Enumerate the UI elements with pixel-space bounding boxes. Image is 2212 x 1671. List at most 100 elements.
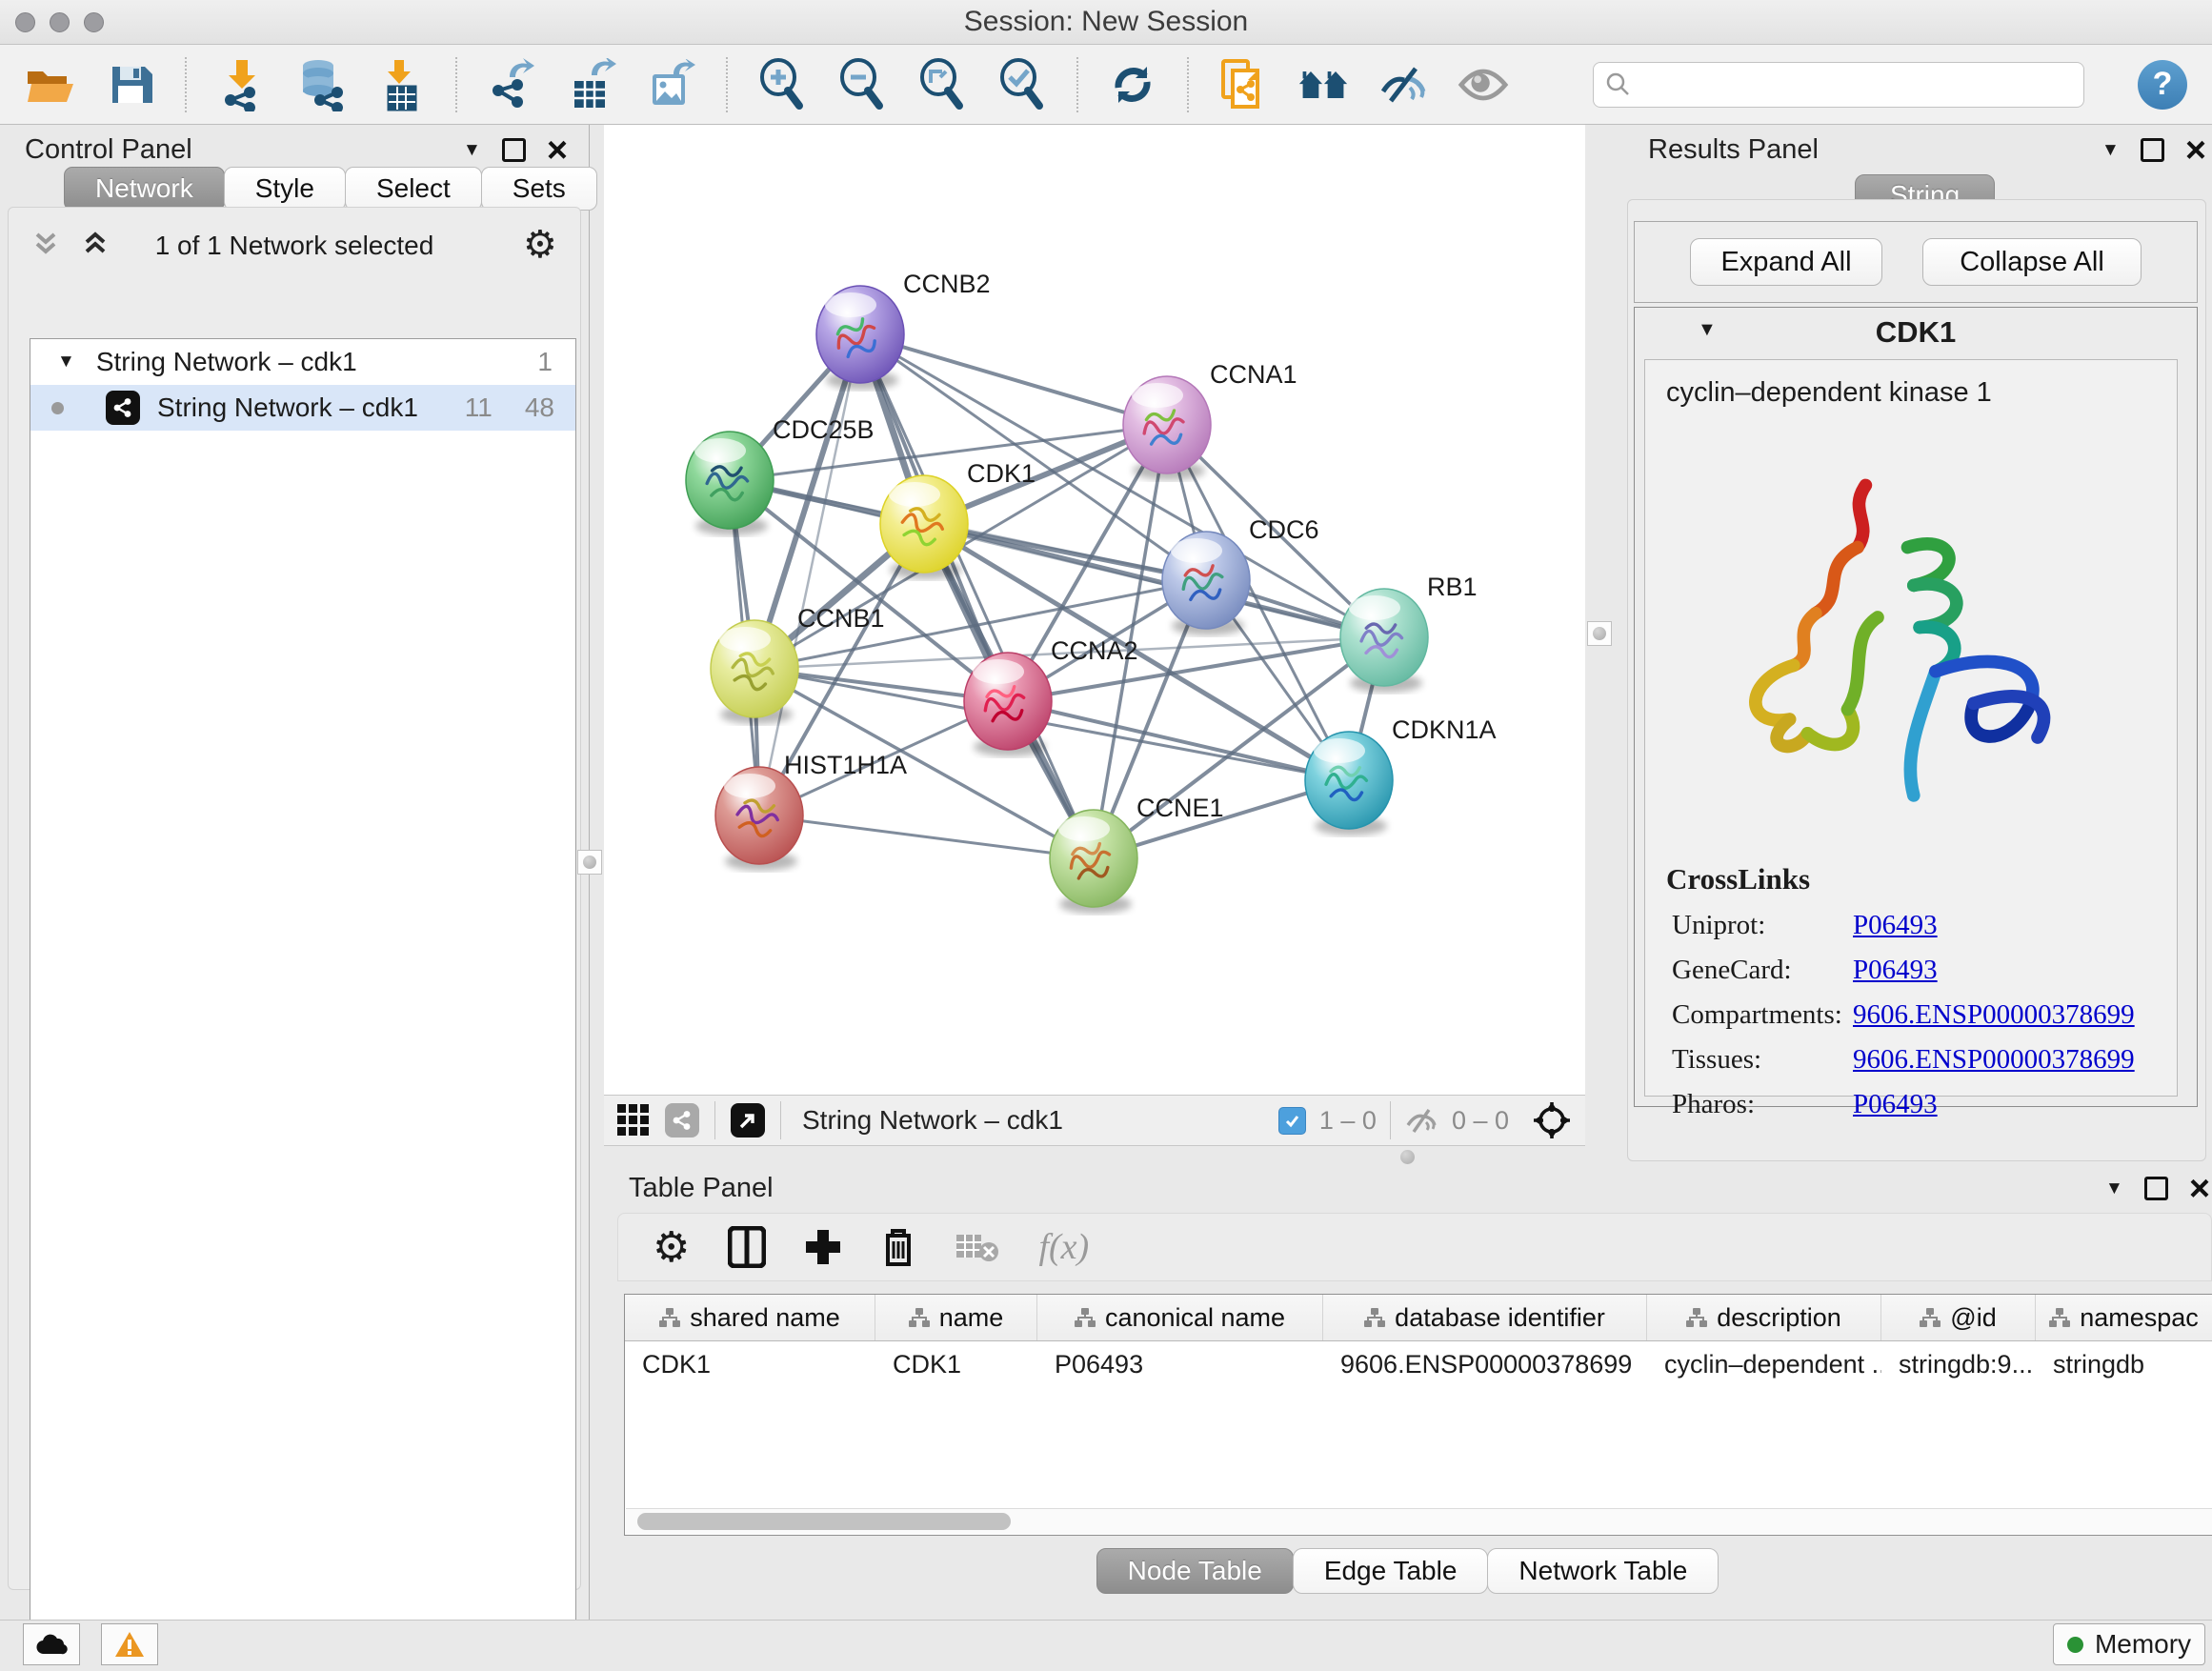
tab-network[interactable]: Network bbox=[64, 167, 225, 211]
cell-canonical-name[interactable]: P06493 bbox=[1037, 1341, 1323, 1387]
panel-float-icon[interactable] bbox=[2141, 138, 2164, 162]
tab-edge-table[interactable]: Edge Table bbox=[1293, 1548, 1489, 1594]
node-HIST1H1A[interactable]: HIST1H1A bbox=[715, 751, 907, 871]
cell--id[interactable]: stringdb:9... bbox=[1881, 1341, 2036, 1387]
string-home-icon[interactable] bbox=[1297, 59, 1349, 111]
left-splitter-handle[interactable] bbox=[577, 850, 602, 875]
network-view-canvas[interactable]: CCNB2CCNA1CDC25BCDK1CDC6RB1CCNB1CCNA2CDK… bbox=[604, 125, 1585, 1095]
network-row-selected[interactable]: String Network – cdk1 11 48 bbox=[30, 385, 575, 431]
cell-shared-name[interactable]: CDK1 bbox=[625, 1341, 875, 1387]
share-view-icon[interactable] bbox=[665, 1103, 699, 1137]
edge-CCNA2-CDKN1A[interactable] bbox=[1008, 701, 1349, 780]
node-table[interactable]: shared namenamecanonical namedatabase id… bbox=[624, 1294, 2212, 1536]
horizontal-scrollbar[interactable] bbox=[626, 1508, 2212, 1534]
column-header-name[interactable]: name bbox=[875, 1295, 1037, 1340]
panel-menu-caret-icon[interactable]: ▼ bbox=[2105, 1178, 2123, 1199]
scrollbar-thumb[interactable] bbox=[637, 1513, 1011, 1530]
panel-float-icon[interactable] bbox=[502, 138, 526, 162]
column-header-shared-name[interactable]: shared name bbox=[625, 1295, 875, 1340]
cell-namespac[interactable]: stringdb bbox=[2036, 1341, 2212, 1387]
network-graph[interactable]: CCNB2CCNA1CDC25BCDK1CDC6RB1CCNB1CCNA2CDK… bbox=[604, 125, 1585, 1095]
crosslink-link[interactable]: 9606.ENSP00000378699 bbox=[1853, 1044, 2135, 1076]
gear-icon[interactable]: ⚙ bbox=[523, 223, 557, 267]
node-CDC25B[interactable]: CDC25B bbox=[686, 415, 875, 535]
split-columns-icon[interactable] bbox=[728, 1226, 766, 1268]
delete-column-icon[interactable] bbox=[880, 1226, 916, 1268]
crosslink-link[interactable]: P06493 bbox=[1853, 1089, 1938, 1120]
zoom-in-icon[interactable] bbox=[756, 59, 808, 111]
minimize-window-icon[interactable] bbox=[50, 12, 70, 32]
save-session-icon[interactable] bbox=[105, 59, 156, 111]
column-header--id[interactable]: @id bbox=[1881, 1295, 2036, 1340]
function-builder-icon[interactable]: f(x) bbox=[1038, 1226, 1089, 1268]
panel-menu-caret-icon[interactable]: ▼ bbox=[2101, 140, 2120, 161]
tab-network-table[interactable]: Network Table bbox=[1487, 1548, 1719, 1594]
cell-description[interactable]: cyclin–dependent ... bbox=[1647, 1341, 1881, 1387]
node-CCNA1[interactable]: CCNA1 bbox=[1123, 360, 1297, 480]
zoom-fit-icon[interactable] bbox=[916, 59, 968, 111]
tab-select[interactable]: Select bbox=[345, 167, 482, 211]
node-RB1[interactable]: RB1 bbox=[1340, 573, 1478, 693]
tab-style[interactable]: Style bbox=[224, 167, 346, 211]
node-CDKN1A[interactable]: CDKN1A bbox=[1305, 715, 1497, 836]
column-header-canonical-name[interactable]: canonical name bbox=[1037, 1295, 1323, 1340]
delete-table-icon[interactable] bbox=[955, 1231, 1000, 1263]
cloud-button[interactable] bbox=[23, 1623, 80, 1665]
import-network-icon[interactable] bbox=[215, 59, 267, 111]
panel-menu-caret-icon[interactable]: ▼ bbox=[463, 140, 481, 161]
zoom-window-icon[interactable] bbox=[84, 12, 104, 32]
hide-eye-icon[interactable] bbox=[1377, 59, 1429, 111]
tab-sets[interactable]: Sets bbox=[481, 167, 597, 211]
panel-close-icon[interactable]: × bbox=[547, 140, 568, 161]
crosshair-icon[interactable] bbox=[1532, 1100, 1572, 1140]
cell-database-identifier[interactable]: 9606.ENSP00000378699 bbox=[1323, 1341, 1647, 1387]
export-image-icon[interactable] bbox=[646, 59, 697, 111]
right-splitter-handle[interactable] bbox=[1587, 621, 1612, 646]
panel-float-icon[interactable] bbox=[2144, 1177, 2168, 1200]
duplicate-network-icon[interactable] bbox=[1217, 59, 1269, 111]
hidden-eye-icon[interactable] bbox=[1404, 1106, 1438, 1135]
export-table-icon[interactable] bbox=[566, 59, 617, 111]
zoom-selected-icon[interactable] bbox=[996, 59, 1048, 111]
show-eye-icon[interactable] bbox=[1458, 59, 1509, 111]
crosslink-link[interactable]: 9606.ENSP00000378699 bbox=[1853, 999, 2135, 1031]
edge-CCNB2-CCNA1[interactable] bbox=[860, 334, 1167, 425]
import-table-icon[interactable] bbox=[375, 59, 427, 111]
expand-all-button[interactable]: Expand All bbox=[1690, 238, 1882, 286]
close-window-icon[interactable] bbox=[15, 12, 35, 32]
zoom-out-icon[interactable] bbox=[836, 59, 888, 111]
network-collection-row[interactable]: ▼ String Network – cdk1 1 bbox=[30, 339, 575, 385]
import-database-icon[interactable] bbox=[295, 59, 347, 111]
collapse-all-button[interactable]: Collapse All bbox=[1922, 238, 2142, 286]
edge-CCNB2-HIST1H1A[interactable] bbox=[759, 334, 860, 815]
tree-expand-icon[interactable]: ▼ bbox=[57, 352, 75, 372]
column-header-description[interactable]: description bbox=[1647, 1295, 1881, 1340]
grid-view-icon[interactable] bbox=[617, 1104, 650, 1137]
tab-node-table[interactable]: Node Table bbox=[1096, 1548, 1294, 1594]
warning-button[interactable] bbox=[101, 1623, 158, 1665]
column-header-namespac[interactable]: namespac bbox=[2036, 1295, 2212, 1340]
edge-HIST1H1A-CCNE1[interactable] bbox=[759, 815, 1094, 858]
help-button[interactable]: ? bbox=[2138, 60, 2187, 110]
birdseye-view-icon[interactable] bbox=[731, 1103, 765, 1137]
search-input[interactable] bbox=[1639, 69, 2072, 100]
bottom-splitter-handle[interactable] bbox=[1400, 1150, 1415, 1164]
node-CCNB2[interactable]: CCNB2 bbox=[816, 270, 991, 390]
search-box[interactable] bbox=[1593, 62, 2084, 108]
crosslink-link[interactable]: P06493 bbox=[1853, 910, 1938, 941]
column-header-database-identifier[interactable]: database identifier bbox=[1323, 1295, 1647, 1340]
selected-checkbox-icon[interactable] bbox=[1278, 1107, 1306, 1135]
crosslink-link[interactable]: P06493 bbox=[1853, 955, 1938, 986]
edge-CCNB2-CCNE1[interactable] bbox=[860, 334, 1094, 858]
table-gear-icon[interactable]: ⚙ bbox=[653, 1223, 690, 1272]
memory-button[interactable]: Memory bbox=[2053, 1623, 2205, 1665]
panel-close-icon[interactable]: × bbox=[2185, 140, 2206, 161]
add-column-icon[interactable] bbox=[804, 1228, 842, 1266]
node-CDK1[interactable]: CDK1 bbox=[880, 459, 1036, 579]
node-CCNE1[interactable]: CCNE1 bbox=[1050, 794, 1224, 914]
table-row[interactable]: CDK1CDK1P064939606.ENSP00000378699cyclin… bbox=[625, 1341, 2212, 1387]
refresh-icon[interactable] bbox=[1107, 59, 1158, 111]
export-network-icon[interactable] bbox=[486, 59, 537, 111]
panel-close-icon[interactable]: × bbox=[2189, 1178, 2210, 1199]
open-session-icon[interactable] bbox=[25, 59, 76, 111]
